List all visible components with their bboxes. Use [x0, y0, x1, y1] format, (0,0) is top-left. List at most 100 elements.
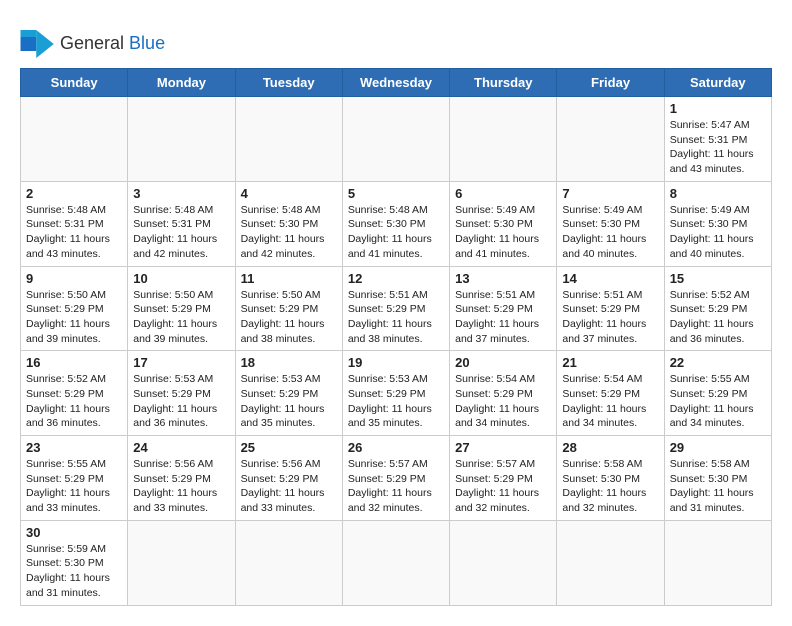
- cell-info: Sunrise: 5:48 AMSunset: 5:30 PMDaylight:…: [348, 203, 444, 262]
- calendar-cell: 1 Sunrise: 5:47 AMSunset: 5:31 PMDaylight…: [664, 97, 771, 182]
- cell-info: Sunrise: 5:48 AMSunset: 5:31 PMDaylight:…: [133, 203, 229, 262]
- cell-info: Sunrise: 5:51 AMSunset: 5:29 PMDaylight:…: [348, 288, 444, 347]
- calendar-cell: 10 Sunrise: 5:50 AMSunset: 5:29 PMDayligh…: [128, 266, 235, 351]
- logo-icon: [20, 30, 56, 58]
- cell-info: Sunrise: 5:51 AMSunset: 5:29 PMDaylight:…: [562, 288, 658, 347]
- cell-info: Sunrise: 5:50 AMSunset: 5:29 PMDaylight:…: [26, 288, 122, 347]
- cell-info: Sunrise: 5:58 AMSunset: 5:30 PMDaylight:…: [670, 457, 766, 516]
- calendar-cell: 14 Sunrise: 5:51 AMSunset: 5:29 PMDayligh…: [557, 266, 664, 351]
- calendar-cell: [128, 97, 235, 182]
- calendar-cell: 19 Sunrise: 5:53 AMSunset: 5:29 PMDayligh…: [342, 351, 449, 436]
- day-number: 21: [562, 355, 658, 370]
- day-number: 22: [670, 355, 766, 370]
- calendar-cell: 18 Sunrise: 5:53 AMSunset: 5:29 PMDayligh…: [235, 351, 342, 436]
- cell-info: Sunrise: 5:55 AMSunset: 5:29 PMDaylight:…: [670, 372, 766, 431]
- calendar-cell: 27 Sunrise: 5:57 AMSunset: 5:29 PMDayligh…: [450, 436, 557, 521]
- cell-info: Sunrise: 5:49 AMSunset: 5:30 PMDaylight:…: [455, 203, 551, 262]
- day-number: 1: [670, 101, 766, 116]
- calendar-cell: 22 Sunrise: 5:55 AMSunset: 5:29 PMDayligh…: [664, 351, 771, 436]
- day-number: 19: [348, 355, 444, 370]
- day-number: 14: [562, 271, 658, 286]
- calendar-cell: 8 Sunrise: 5:49 AMSunset: 5:30 PMDaylight…: [664, 181, 771, 266]
- day-number: 27: [455, 440, 551, 455]
- calendar-cell: [342, 520, 449, 605]
- calendar-cell: 28 Sunrise: 5:58 AMSunset: 5:30 PMDayligh…: [557, 436, 664, 521]
- calendar-cell: [235, 520, 342, 605]
- calendar-table: SundayMondayTuesdayWednesdayThursdayFrid…: [20, 68, 772, 606]
- day-number: 15: [670, 271, 766, 286]
- cell-info: Sunrise: 5:51 AMSunset: 5:29 PMDaylight:…: [455, 288, 551, 347]
- cell-info: Sunrise: 5:56 AMSunset: 5:29 PMDaylight:…: [241, 457, 337, 516]
- day-number: 18: [241, 355, 337, 370]
- week-row-2: 9 Sunrise: 5:50 AMSunset: 5:29 PMDaylight…: [21, 266, 772, 351]
- day-number: 8: [670, 186, 766, 201]
- calendar-cell: 29 Sunrise: 5:58 AMSunset: 5:30 PMDayligh…: [664, 436, 771, 521]
- day-number: 9: [26, 271, 122, 286]
- day-number: 16: [26, 355, 122, 370]
- weekday-header-monday: Monday: [128, 69, 235, 97]
- calendar-cell: 5Sunrise: 5:48 AMSunset: 5:30 PMDaylight…: [342, 181, 449, 266]
- page-header: General Blue: [20, 20, 772, 58]
- calendar-cell: [450, 520, 557, 605]
- cell-info: Sunrise: 5:55 AMSunset: 5:29 PMDaylight:…: [26, 457, 122, 516]
- day-number: 28: [562, 440, 658, 455]
- calendar-cell: 3 Sunrise: 5:48 AMSunset: 5:31 PMDaylight…: [128, 181, 235, 266]
- cell-info: Sunrise: 5:57 AMSunset: 5:29 PMDaylight:…: [455, 457, 551, 516]
- day-number: 7: [562, 186, 658, 201]
- calendar-cell: 11Sunrise: 5:50 AMSunset: 5:29 PMDayligh…: [235, 266, 342, 351]
- cell-info: Sunrise: 5:49 AMSunset: 5:30 PMDaylight:…: [562, 203, 658, 262]
- calendar-cell: [557, 520, 664, 605]
- cell-info: Sunrise: 5:50 AMSunset: 5:29 PMDaylight:…: [133, 288, 229, 347]
- day-number: 10: [133, 271, 229, 286]
- cell-info: Sunrise: 5:48 AMSunset: 5:31 PMDaylight:…: [26, 203, 122, 262]
- calendar-cell: [128, 520, 235, 605]
- calendar-cell: 26Sunrise: 5:57 AMSunset: 5:29 PMDayligh…: [342, 436, 449, 521]
- cell-info: Sunrise: 5:48 AMSunset: 5:30 PMDaylight:…: [241, 203, 337, 262]
- day-number: 12: [348, 271, 444, 286]
- calendar-cell: [342, 97, 449, 182]
- weekday-header-wednesday: Wednesday: [342, 69, 449, 97]
- day-number: 25: [241, 440, 337, 455]
- calendar-cell: 4 Sunrise: 5:48 AMSunset: 5:30 PMDaylight…: [235, 181, 342, 266]
- calendar-cell: [235, 97, 342, 182]
- day-number: 4: [241, 186, 337, 201]
- cell-info: Sunrise: 5:53 AMSunset: 5:29 PMDaylight:…: [241, 372, 337, 431]
- calendar-cell: 13 Sunrise: 5:51 AMSunset: 5:29 PMDayligh…: [450, 266, 557, 351]
- cell-info: Sunrise: 5:53 AMSunset: 5:29 PMDaylight:…: [348, 372, 444, 431]
- day-number: 6: [455, 186, 551, 201]
- week-row-4: 23 Sunrise: 5:55 AMSunset: 5:29 PMDayligh…: [21, 436, 772, 521]
- day-number: 24: [133, 440, 229, 455]
- calendar-cell: [664, 520, 771, 605]
- calendar-cell: 16 Sunrise: 5:52 AMSunset: 5:29 PMDayligh…: [21, 351, 128, 436]
- day-number: 11: [241, 271, 337, 286]
- calendar-cell: 21 Sunrise: 5:54 AMSunset: 5:29 PMDayligh…: [557, 351, 664, 436]
- day-number: 20: [455, 355, 551, 370]
- cell-info: Sunrise: 5:52 AMSunset: 5:29 PMDaylight:…: [670, 288, 766, 347]
- day-number: 3: [133, 186, 229, 201]
- day-number: 2: [26, 186, 122, 201]
- cell-info: Sunrise: 5:54 AMSunset: 5:29 PMDaylight:…: [562, 372, 658, 431]
- weekday-header-friday: Friday: [557, 69, 664, 97]
- calendar-cell: [557, 97, 664, 182]
- calendar-cell: 9 Sunrise: 5:50 AMSunset: 5:29 PMDaylight…: [21, 266, 128, 351]
- calendar-cell: 15 Sunrise: 5:52 AMSunset: 5:29 PMDayligh…: [664, 266, 771, 351]
- calendar-cell: 30Sunrise: 5:59 AMSunset: 5:30 PMDayligh…: [21, 520, 128, 605]
- day-number: 23: [26, 440, 122, 455]
- cell-info: Sunrise: 5:52 AMSunset: 5:29 PMDaylight:…: [26, 372, 122, 431]
- week-row-5: 30Sunrise: 5:59 AMSunset: 5:30 PMDayligh…: [21, 520, 772, 605]
- weekday-header-saturday: Saturday: [664, 69, 771, 97]
- logo: General Blue: [20, 30, 165, 58]
- day-number: 13: [455, 271, 551, 286]
- calendar-cell: [21, 97, 128, 182]
- day-number: 29: [670, 440, 766, 455]
- cell-info: Sunrise: 5:58 AMSunset: 5:30 PMDaylight:…: [562, 457, 658, 516]
- calendar-cell: 17Sunrise: 5:53 AMSunset: 5:29 PMDayligh…: [128, 351, 235, 436]
- cell-info: Sunrise: 5:53 AMSunset: 5:29 PMDaylight:…: [133, 372, 229, 431]
- calendar-cell: 24Sunrise: 5:56 AMSunset: 5:29 PMDayligh…: [128, 436, 235, 521]
- weekday-header-sunday: Sunday: [21, 69, 128, 97]
- logo-text: General Blue: [60, 34, 165, 54]
- cell-info: Sunrise: 5:47 AMSunset: 5:31 PMDaylight:…: [670, 118, 766, 177]
- cell-info: Sunrise: 5:49 AMSunset: 5:30 PMDaylight:…: [670, 203, 766, 262]
- week-row-3: 16 Sunrise: 5:52 AMSunset: 5:29 PMDayligh…: [21, 351, 772, 436]
- day-number: 30: [26, 525, 122, 540]
